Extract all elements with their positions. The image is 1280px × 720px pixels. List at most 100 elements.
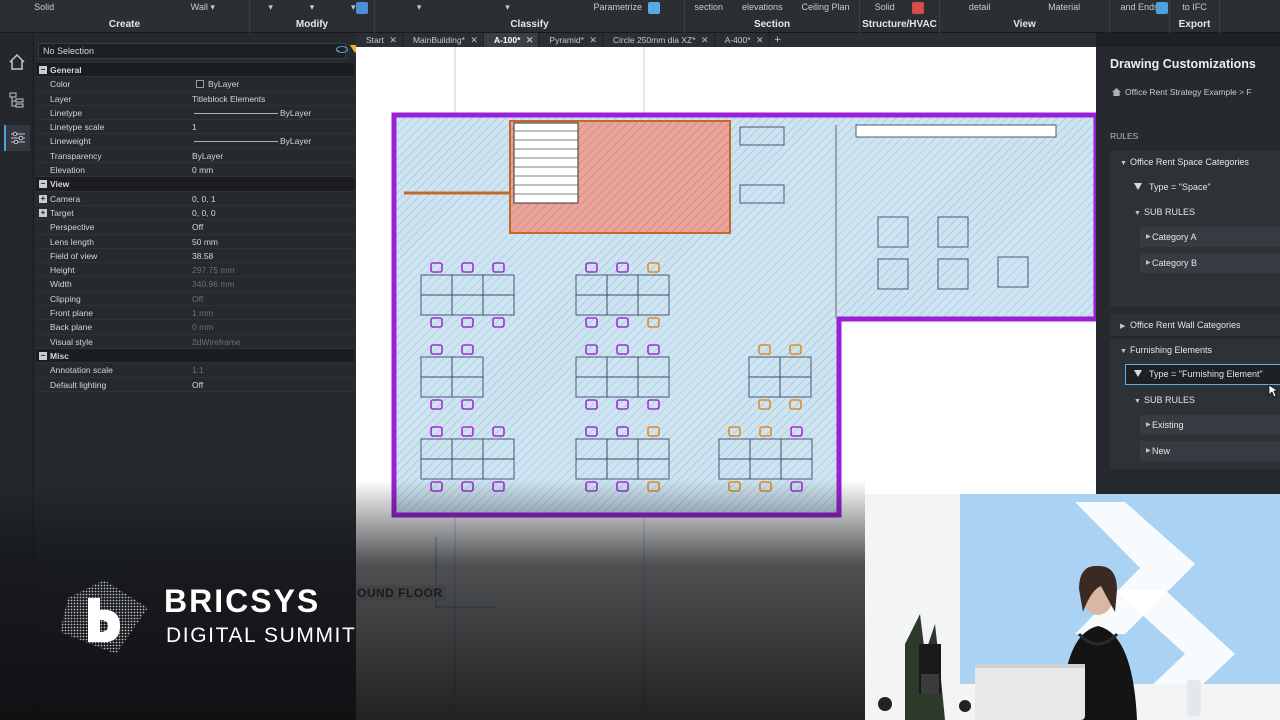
close-icon[interactable]: ✕ (470, 33, 478, 47)
property-value[interactable]: ByLayer (208, 77, 239, 91)
rule-wall-categories[interactable]: ▶ Office Rent Wall Categories (1120, 314, 1241, 336)
ribbon-command[interactable]: and Ends (1120, 2, 1158, 12)
property-row[interactable]: Color ByLayer (36, 77, 354, 92)
property-row[interactable]: Front plane 1 mm (36, 306, 354, 321)
document-tab[interactable]: Circle 250mm dia XZ* ✕ (603, 33, 715, 47)
ribbon-command[interactable]: Solid (34, 2, 54, 13)
close-icon[interactable]: ✕ (389, 33, 397, 47)
sub-rules-toggle-2[interactable]: ▼ SUB RULES (1134, 389, 1195, 411)
add-tab-icon[interactable]: + (770, 33, 786, 47)
property-value[interactable]: ByLayer (280, 106, 311, 120)
property-row[interactable]: + Camera 0, 0, 1 (36, 192, 354, 206)
sub-rule-existing[interactable]: ▶ Existing (1140, 415, 1280, 435)
ribbon-command[interactable]: ▾ (310, 2, 315, 13)
breadcrumb[interactable]: Office Rent Strategy Example > F (1112, 87, 1252, 97)
document-tab[interactable]: A-400* ✕ (715, 33, 770, 47)
document-tab[interactable]: A-100* ✕ (483, 33, 540, 47)
property-row[interactable]: Annotation scale 1:1 (36, 363, 354, 378)
property-category[interactable]: − View (36, 177, 354, 192)
property-row[interactable]: Default lighting Off (36, 378, 354, 392)
property-row[interactable]: Width 340.96 mm (36, 277, 354, 292)
property-category[interactable]: − General (36, 63, 354, 78)
property-value[interactable]: Titleblock Elements (192, 92, 265, 106)
property-row[interactable]: Clipping Off (36, 292, 354, 307)
close-icon[interactable]: ✕ (589, 33, 597, 47)
property-row[interactable]: Back plane 0 mm (36, 320, 354, 335)
document-tab[interactable]: Pyramid* ✕ (539, 33, 603, 47)
property-value[interactable]: 0 mm (192, 163, 213, 177)
expand-icon[interactable]: + (39, 208, 47, 217)
ribbon-command[interactable]: Solid (875, 2, 895, 12)
ribbon-command[interactable]: ▾ (417, 2, 422, 13)
sub-rule-category-b[interactable]: ▶ Category B (1140, 253, 1280, 273)
ribbon-command[interactable]: elevations (742, 2, 783, 12)
ribbon-command[interactable]: detail (969, 2, 991, 12)
close-icon[interactable]: ✕ (526, 33, 534, 47)
sub-rule-new[interactable]: ▶ New (1140, 441, 1280, 461)
rule-space-categories[interactable]: ▼ Office Rent Space Categories (1120, 151, 1249, 173)
property-row[interactable]: + Target 0, 0, 0 (36, 206, 354, 221)
property-row[interactable]: Field of view 38.58 (36, 249, 354, 264)
ribbon-command[interactable]: Material (1048, 2, 1080, 12)
rule-filter-furnishing[interactable]: Type = "Furnishing Element" (1125, 364, 1280, 385)
collapse-icon[interactable]: − (39, 180, 47, 189)
ribbon-command[interactable]: ▾ (268, 2, 273, 13)
close-icon[interactable]: ✕ (701, 33, 709, 47)
property-value[interactable]: 1 mm (192, 306, 213, 320)
property-value[interactable]: 297.75 mm (192, 263, 235, 277)
property-value[interactable]: 340.96 mm (192, 277, 235, 291)
property-row[interactable]: Layer Titleblock Elements (36, 92, 354, 106)
property-value[interactable]: Off (192, 378, 203, 392)
ribbon-tool-icon[interactable] (1156, 2, 1168, 14)
selection-dropdown[interactable]: No Selection ⌄ (38, 43, 346, 59)
property-value[interactable]: ByLayer (192, 149, 223, 163)
ribbon-command[interactable]: Parametrize (594, 2, 643, 13)
structure-tree-icon[interactable] (4, 87, 30, 113)
ribbon-command[interactable]: Wall ▾ (191, 2, 215, 13)
property-row[interactable]: Perspective Off (36, 220, 354, 235)
home-icon[interactable] (1112, 88, 1121, 96)
collapse-icon[interactable]: − (39, 351, 47, 360)
close-icon[interactable]: ✕ (756, 33, 764, 47)
ribbon-command[interactable]: ▾ (505, 2, 510, 13)
property-row[interactable]: Visual style 2dWireframe (36, 335, 354, 349)
property-row[interactable]: Elevation 0 mm (36, 163, 354, 178)
property-value[interactable]: 38.58 (192, 249, 213, 263)
sub-rule-category-a[interactable]: ▶ Category A (1140, 227, 1280, 247)
home-icon[interactable] (4, 49, 30, 75)
ribbon-command[interactable]: to IFC (1182, 2, 1207, 12)
ribbon-tool-icon[interactable] (356, 2, 368, 14)
ribbon-command[interactable]: ▾ (351, 2, 356, 13)
property-row[interactable]: Lens length 50 mm (36, 235, 354, 249)
caret-down-icon: ▼ (1134, 398, 1141, 405)
expand-icon[interactable]: + (39, 194, 47, 203)
property-value[interactable]: 2dWireframe (192, 335, 241, 349)
properties-sliders-icon[interactable] (4, 125, 30, 151)
property-row[interactable]: Linetype scale 1 (36, 120, 354, 135)
property-category[interactable]: − Misc (36, 348, 354, 364)
rule-furnishing-elements[interactable]: ▼ Furnishing Elements (1120, 339, 1212, 361)
property-value[interactable]: 0 mm (192, 320, 213, 334)
property-row[interactable]: Lineweight ByLayer (36, 134, 354, 149)
property-row[interactable]: Linetype ByLayer (36, 106, 354, 121)
property-value[interactable]: Off (192, 292, 203, 306)
property-value[interactable]: 50 mm (192, 235, 218, 249)
property-row[interactable]: Height 297.75 mm (36, 263, 354, 278)
ribbon-command[interactable]: Ceiling Plan (801, 2, 849, 12)
property-value[interactable]: Off (192, 220, 203, 234)
document-tab[interactable]: MainBuilding* ✕ (403, 33, 484, 47)
property-value[interactable]: 1:1 (192, 363, 204, 377)
ribbon-command[interactable]: section (694, 2, 723, 12)
ribbon-tool-icon[interactable] (912, 2, 924, 14)
ribbon-tool-icon[interactable] (648, 2, 660, 14)
collapse-icon[interactable]: − (39, 66, 47, 74)
rule-filter-space[interactable]: Type = "Space" (1134, 176, 1211, 198)
property-value[interactable]: ByLayer (280, 134, 311, 148)
property-row[interactable]: Transparency ByLayer (36, 149, 354, 164)
sub-rules-toggle-1[interactable]: ▼ SUB RULES (1134, 201, 1195, 223)
property-value[interactable]: 0, 0, 0 (192, 206, 216, 220)
document-tab[interactable]: Start ✕ (356, 33, 403, 47)
eye-icon[interactable] (336, 46, 348, 53)
property-value[interactable]: 1 (192, 120, 197, 134)
property-value[interactable]: 0, 0, 1 (192, 192, 216, 206)
